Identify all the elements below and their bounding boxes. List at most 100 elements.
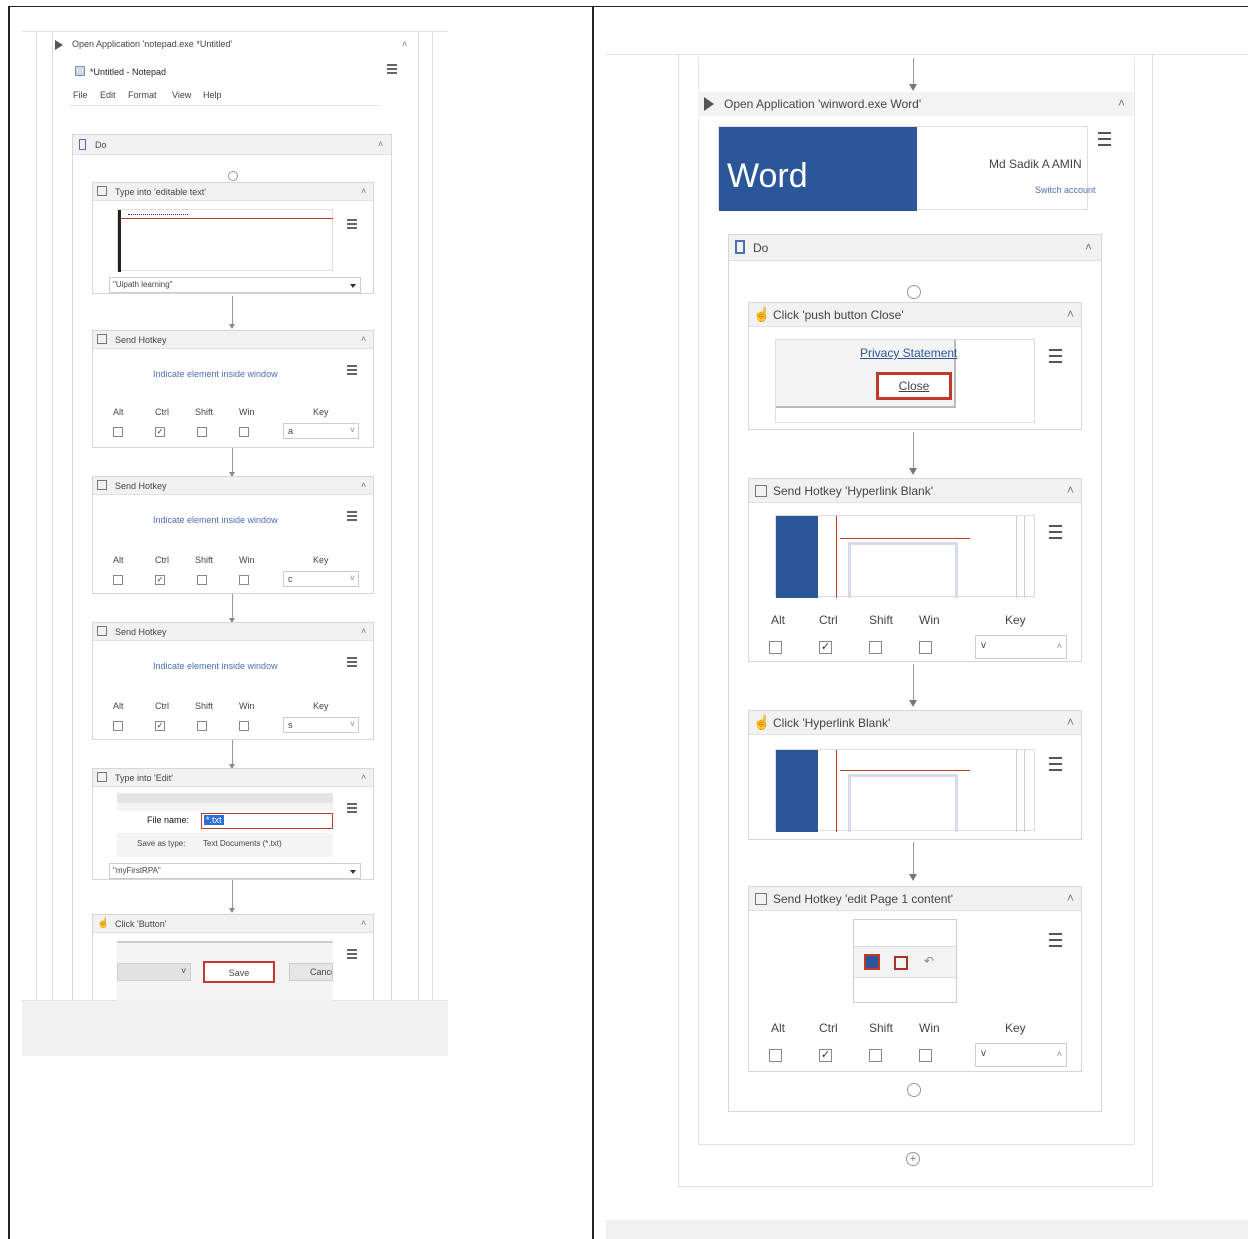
- collapse-icon[interactable]: ˄: [402, 39, 407, 49]
- dropdown-arrow-icon[interactable]: [350, 870, 356, 874]
- collapse-icon[interactable]: ˄: [361, 772, 366, 782]
- open-application-activity[interactable]: Open Application 'notepad.exe *Untitled'…: [52, 36, 418, 56]
- menu-icon[interactable]: [347, 949, 357, 959]
- key-select[interactable]: s ˅: [283, 717, 359, 733]
- save-icon: [894, 956, 908, 970]
- shift-checkbox[interactable]: [869, 1049, 882, 1062]
- shift-label: Shift: [869, 1021, 894, 1035]
- win-label: Win: [919, 613, 940, 627]
- open-application-activity[interactable]: Open Application 'winword.exe Word' ˄: [698, 92, 1134, 116]
- shift-checkbox[interactable]: [197, 427, 207, 437]
- collapse-icon[interactable]: ˄: [361, 186, 366, 196]
- type-into-title: Type into 'editable text': [115, 187, 206, 197]
- key-label: Key: [1005, 1021, 1026, 1035]
- menu-help: Help: [203, 90, 222, 100]
- indicate-element-link[interactable]: Indicate element inside window: [153, 515, 278, 525]
- alt-checkbox[interactable]: [113, 575, 123, 585]
- type-into-activity[interactable]: Type into 'editable text' ˄ "Uipath lear…: [92, 182, 374, 294]
- indicate-element-link[interactable]: Indicate element inside window: [153, 661, 278, 671]
- menu-icon[interactable]: [1049, 933, 1062, 947]
- send-hotkey-activity[interactable]: Send Hotkey 'Hyperlink Blank' ˄ Alt Ctrl…: [748, 478, 1082, 662]
- collapse-icon[interactable]: ˄: [1067, 891, 1074, 905]
- privacy-statement-link: Privacy Statement: [860, 346, 958, 360]
- expand-circle-icon[interactable]: [907, 1083, 921, 1097]
- file-name-field: *.txt: [201, 813, 333, 829]
- win-checkbox[interactable]: [239, 721, 249, 731]
- menu-icon[interactable]: [1049, 525, 1062, 539]
- add-activity-icon[interactable]: +: [906, 1152, 920, 1166]
- menu-icon[interactable]: [347, 657, 357, 667]
- send-hotkey-title: Send Hotkey: [115, 335, 167, 345]
- undo-icon: ↶: [924, 954, 935, 968]
- word-preview: Word Md Sadik A AMIN Switch account: [718, 126, 1096, 211]
- menu-icon[interactable]: [347, 365, 357, 375]
- send-hotkey-activity[interactable]: Send Hotkey ˄ Indicate element inside wi…: [92, 622, 374, 740]
- collapse-circle-icon[interactable]: [228, 171, 238, 181]
- collapse-icon[interactable]: ˄: [1067, 307, 1074, 321]
- text-input[interactable]: "Uipath learning": [109, 277, 361, 293]
- collapse-icon[interactable]: ˄: [361, 626, 366, 636]
- collapse-circle-icon[interactable]: [907, 285, 921, 299]
- do-label: Do: [753, 241, 769, 255]
- click-activity[interactable]: ☝ Click 'Hyperlink Blank' ˄: [748, 710, 1082, 840]
- dropdown-arrow-icon[interactable]: [350, 284, 356, 288]
- send-hotkey-activity[interactable]: Send Hotkey ˄ Indicate element inside wi…: [92, 476, 374, 594]
- menu-icon[interactable]: [1049, 349, 1062, 363]
- menu-format: Format: [128, 90, 157, 100]
- collapse-icon[interactable]: ˄: [1067, 715, 1074, 729]
- chevron-down-icon: ˅: [349, 573, 355, 583]
- ctrl-checkbox[interactable]: ✓: [819, 641, 832, 654]
- menu-icon[interactable]: [387, 64, 397, 74]
- alt-label: Alt: [771, 1021, 786, 1035]
- collapse-icon[interactable]: ˄: [361, 334, 366, 344]
- collapse-icon[interactable]: ˄: [1085, 240, 1092, 254]
- win-checkbox[interactable]: [239, 575, 249, 585]
- chevron-down-icon: ˅: [349, 719, 355, 729]
- shift-checkbox[interactable]: [197, 721, 207, 731]
- ctrl-checkbox[interactable]: ✓: [819, 1049, 832, 1062]
- menu-icon[interactable]: [347, 511, 357, 521]
- click-activity[interactable]: ☝ Click 'push button Close' ˄ Privacy St…: [748, 302, 1082, 430]
- key-select[interactable]: a ˅: [283, 423, 359, 439]
- menu-icon[interactable]: [1049, 757, 1062, 771]
- alt-checkbox[interactable]: [113, 427, 123, 437]
- click-activity[interactable]: ☝ Click 'Button' ˄ ˅ Save Cancel: [92, 914, 374, 1001]
- key-label: Key: [313, 555, 329, 565]
- shift-label: Shift: [195, 701, 214, 711]
- win-checkbox[interactable]: [239, 427, 249, 437]
- type-into-title: Type into 'Edit': [115, 773, 173, 783]
- send-hotkey-activity[interactable]: Send Hotkey ˄ Indicate element inside wi…: [92, 330, 374, 448]
- shift-checkbox[interactable]: [197, 575, 207, 585]
- menu-icon[interactable]: [347, 219, 357, 229]
- ctrl-checkbox[interactable]: ✓: [155, 427, 165, 437]
- win-checkbox[interactable]: [919, 1049, 932, 1062]
- right-workflow-panel: Open Application 'winword.exe Word' ˄ Wo…: [606, 6, 1248, 1239]
- chevron-down-icon: ˄: [1056, 1049, 1062, 1059]
- close-dialog-preview: Privacy Statement Close: [775, 339, 1035, 423]
- alt-checkbox[interactable]: [769, 1049, 782, 1062]
- type-into-activity[interactable]: Type into 'Edit' ˄ File name: *.txt Save…: [92, 768, 374, 880]
- collapse-icon[interactable]: ˄: [378, 139, 383, 149]
- collapse-icon[interactable]: ˄: [361, 480, 366, 490]
- ctrl-label: Ctrl: [819, 613, 838, 627]
- win-checkbox[interactable]: [919, 641, 932, 654]
- click-icon: ☝: [753, 714, 771, 730]
- key-select[interactable]: c ˅: [283, 571, 359, 587]
- key-select[interactable]: v ˄: [975, 635, 1067, 659]
- shift-checkbox[interactable]: [869, 641, 882, 654]
- collapse-icon[interactable]: ˄: [1067, 483, 1074, 497]
- key-select[interactable]: v ˄: [975, 1043, 1067, 1067]
- alt-checkbox[interactable]: [113, 721, 123, 731]
- text-input[interactable]: "myFirstRPA": [109, 863, 361, 879]
- send-hotkey-activity[interactable]: Send Hotkey 'edit Page 1 content' ˄ ↶ Al…: [748, 886, 1082, 1072]
- indicate-element-link[interactable]: Indicate element inside window: [153, 369, 278, 379]
- menu-icon[interactable]: [1098, 132, 1111, 146]
- collapse-icon[interactable]: ˄: [1118, 96, 1125, 110]
- ctrl-checkbox[interactable]: ✓: [155, 575, 165, 585]
- alt-checkbox[interactable]: [769, 641, 782, 654]
- ctrl-checkbox[interactable]: ✓: [155, 721, 165, 731]
- open-application-title: Open Application 'notepad.exe *Untitled': [72, 39, 233, 49]
- file-name-label: File name:: [147, 815, 190, 825]
- collapse-icon[interactable]: ˄: [361, 918, 366, 928]
- menu-icon[interactable]: [347, 803, 357, 813]
